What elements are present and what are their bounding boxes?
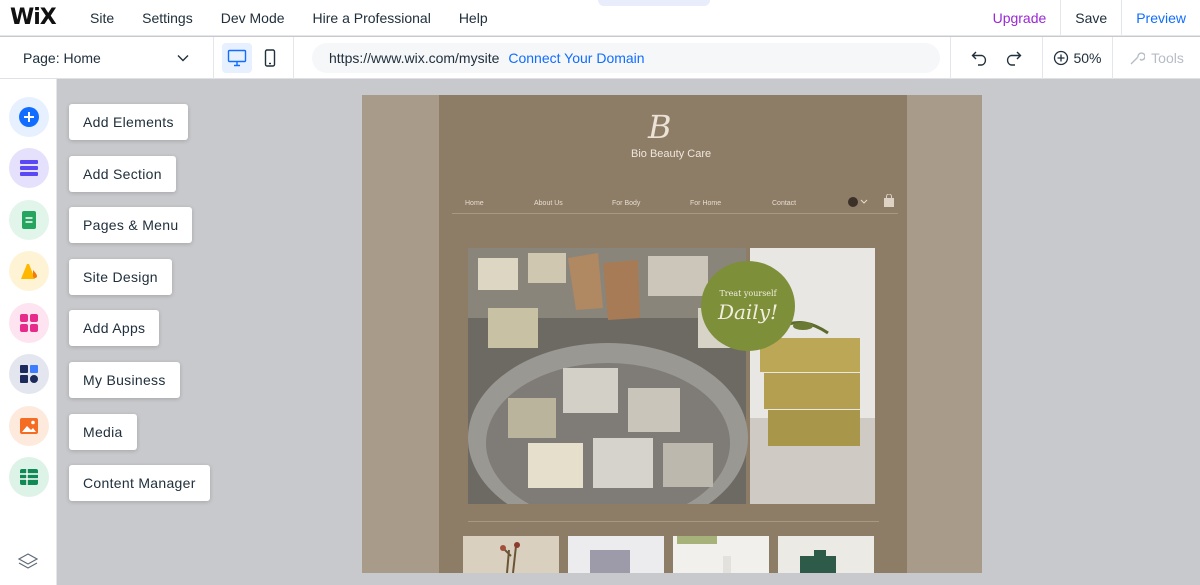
mobile-icon	[265, 48, 276, 67]
pages-menu-button[interactable]	[9, 200, 49, 240]
preview-button[interactable]: Preview	[1121, 0, 1200, 36]
undo-icon[interactable]	[971, 50, 989, 66]
menu-hire-professional[interactable]: Hire a Professional	[313, 10, 431, 26]
label-add-elements[interactable]: Add Elements	[69, 104, 188, 140]
site-name[interactable]: Bio Beauty Care	[631, 148, 711, 160]
left-rail	[0, 79, 57, 585]
label-my-business[interactable]: My Business	[69, 362, 180, 398]
section-icon	[20, 160, 38, 176]
redo-icon[interactable]	[1004, 50, 1022, 66]
media-button[interactable]	[9, 406, 49, 446]
label-site-design[interactable]: Site Design	[69, 259, 172, 295]
menu-help[interactable]: Help	[459, 10, 488, 26]
label-pages-menu[interactable]: Pages & Menu	[69, 207, 193, 243]
my-business-button[interactable]	[9, 354, 49, 394]
tools-icon	[1130, 52, 1146, 65]
chevron-down-icon	[177, 54, 189, 61]
label-add-apps[interactable]: Add Apps	[69, 310, 160, 346]
zoom-level: 50%	[1073, 50, 1102, 66]
label-add-section[interactable]: Add Section	[69, 156, 176, 192]
business-icon	[20, 365, 38, 383]
site-nav-body[interactable]: For Body	[612, 200, 640, 207]
promo-badge[interactable]: Treat yourself Daily!	[701, 261, 795, 351]
site-nav-contact[interactable]: Contact	[772, 200, 796, 207]
tools-button[interactable]: Tools	[1112, 37, 1200, 79]
product-thumb-4[interactable]	[778, 536, 874, 573]
cart-icon[interactable]	[883, 194, 895, 208]
site-url-bar[interactable]: https://www.wix.com/mysite Connect Your …	[312, 43, 940, 73]
top-drag-handle[interactable]	[598, 0, 710, 6]
label-content-manager[interactable]: Content Manager	[69, 465, 210, 501]
add-apps-button[interactable]	[9, 303, 49, 343]
product-thumb-1[interactable]	[463, 536, 559, 573]
design-icon	[21, 264, 37, 279]
site-logo[interactable]: B	[648, 108, 672, 146]
site-nav: Home About Us For Body For Home Contact	[452, 194, 898, 214]
menu-site[interactable]: Site	[90, 10, 114, 26]
menu-settings[interactable]: Settings	[142, 10, 193, 26]
account-icon[interactable]	[847, 196, 869, 208]
hero-image[interactable]	[468, 248, 875, 504]
label-media[interactable]: Media	[69, 414, 137, 450]
site-nav-home-products[interactable]: For Home	[690, 200, 721, 207]
zoom-plus-icon	[1054, 50, 1069, 66]
upgrade-button[interactable]: Upgrade	[979, 0, 1061, 36]
site-design-button[interactable]	[9, 251, 49, 291]
toolbar-right: 50% Tools	[950, 37, 1200, 79]
undo-redo-group	[950, 37, 1042, 79]
mobile-view-button[interactable]	[255, 43, 285, 73]
top-bar: WiX Site Settings Dev Mode Hire a Profes…	[0, 0, 1200, 36]
site-nav-home[interactable]: Home	[465, 200, 484, 207]
add-section-button[interactable]	[9, 148, 49, 188]
plus-icon	[19, 107, 39, 127]
pages-icon	[22, 211, 36, 229]
layers-button[interactable]	[17, 551, 39, 578]
media-icon	[20, 418, 38, 434]
top-actions: Upgrade Save Preview	[979, 0, 1200, 36]
add-elements-button[interactable]	[9, 97, 49, 137]
desktop-icon	[227, 49, 246, 66]
wix-logo[interactable]: WiX	[10, 5, 72, 30]
promo-badge-line1: Treat yourself	[719, 288, 777, 298]
promo-badge-line2: Daily!	[717, 299, 779, 324]
apps-icon	[20, 314, 38, 332]
site-nav-about[interactable]: About Us	[534, 200, 563, 207]
desktop-view-button[interactable]	[221, 42, 252, 73]
page-select-label: Page: Home	[23, 49, 101, 66]
content-manager-button[interactable]	[9, 457, 49, 497]
product-thumb-2[interactable]	[568, 536, 664, 573]
device-switcher	[214, 36, 294, 79]
tools-label: Tools	[1151, 50, 1184, 66]
menu-dev-mode[interactable]: Dev Mode	[221, 10, 285, 26]
product-thumb-3[interactable]	[673, 536, 769, 573]
connect-domain-link[interactable]: Connect Your Domain	[508, 50, 644, 66]
editor-toolbar: Page: Home https://www.wix.com/mysite Co…	[0, 36, 1200, 79]
page-select-dropdown[interactable]: Page: Home	[0, 36, 214, 79]
site-url: https://www.wix.com/mysite	[329, 50, 500, 66]
layers-icon	[17, 553, 39, 569]
site-divider	[468, 521, 879, 522]
save-button[interactable]: Save	[1060, 0, 1121, 36]
zoom-button[interactable]: 50%	[1042, 37, 1112, 79]
top-menu: Site Settings Dev Mode Hire a Profession…	[72, 10, 488, 26]
table-icon	[20, 469, 38, 485]
